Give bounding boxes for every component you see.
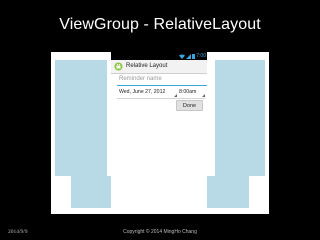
app-title: Relative Layout	[126, 63, 168, 69]
status-icons	[179, 52, 195, 60]
slide-title: ViewGroup - RelativeLayout	[59, 16, 261, 33]
reminder-name-placeholder: Reminder name	[119, 76, 162, 82]
done-button[interactable]: Done	[176, 100, 203, 111]
date-value: Wed, June 27, 2012	[119, 89, 166, 95]
phone-screen: 7:00 Relative Layout Reminder name Wed, …	[111, 52, 207, 214]
spinner-arrow-icon	[202, 94, 205, 97]
time-spinner[interactable]: 8:00am	[177, 87, 205, 99]
status-time: 7:00	[196, 53, 206, 59]
time-value: 8:00am	[179, 89, 197, 95]
signal-icon	[186, 53, 191, 59]
status-bar: 7:00	[111, 52, 207, 60]
wifi-icon	[179, 54, 185, 59]
action-bar: Relative Layout	[111, 60, 207, 74]
android-app-icon	[114, 62, 123, 71]
diagram-cell-top-right	[215, 60, 265, 176]
battery-icon	[192, 53, 195, 59]
reminder-name-input[interactable]: Reminder name	[117, 74, 207, 86]
diagram-cell-top-left	[55, 60, 107, 176]
footer-copyright: Copyright © 2014 MingHo Chang	[123, 229, 197, 235]
date-spinner[interactable]: Wed, June 27, 2012	[117, 87, 177, 99]
